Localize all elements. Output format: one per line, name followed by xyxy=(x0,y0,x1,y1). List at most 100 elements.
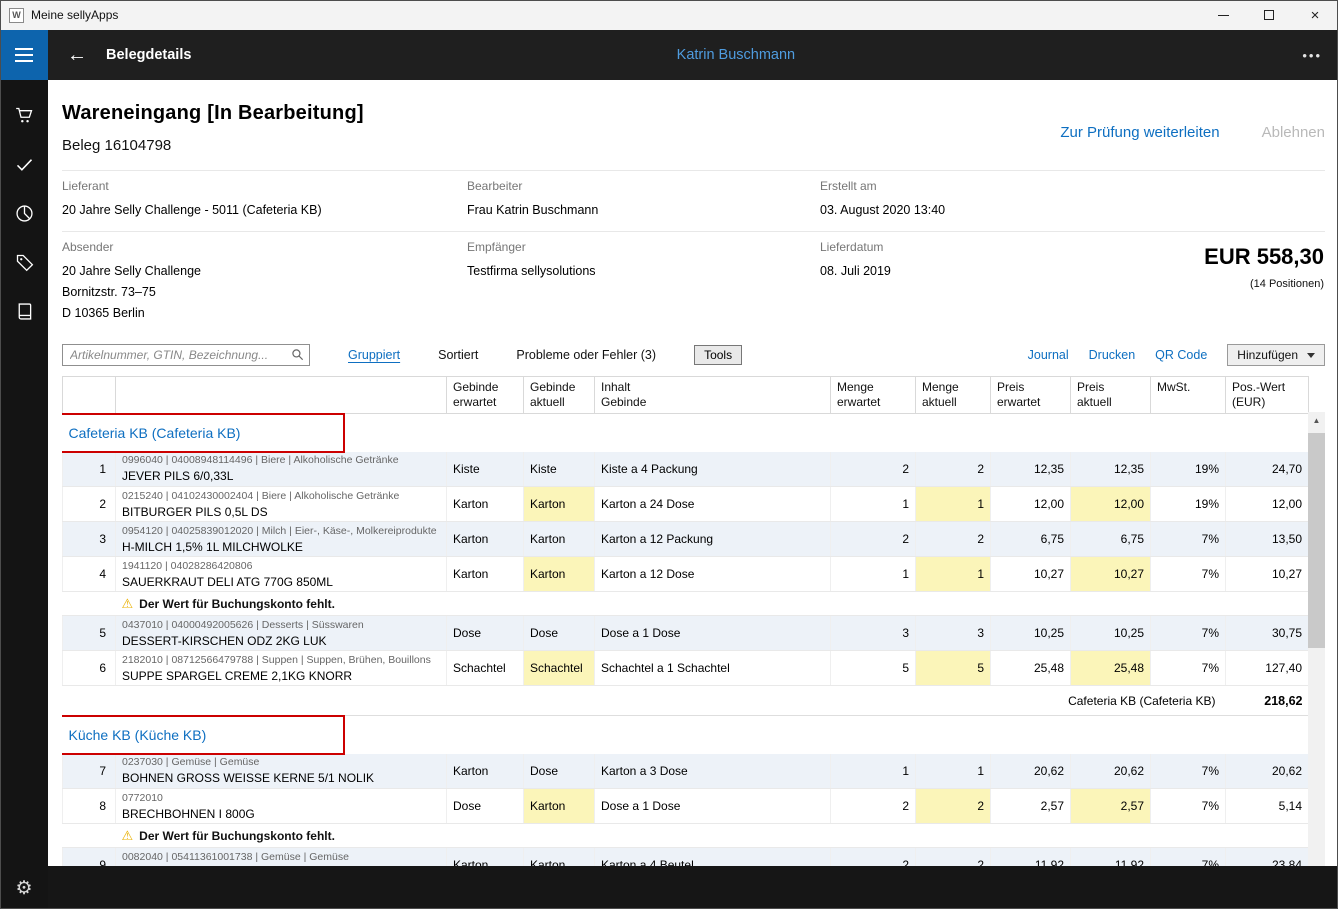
cell-gebinde-aktuell[interactable]: Kiste xyxy=(524,452,595,487)
bearbeiter-label: Bearbeiter xyxy=(467,179,820,193)
cell-gebinde-aktuell[interactable]: Karton xyxy=(524,487,595,522)
absender-label: Absender xyxy=(62,240,467,254)
cell-mwst: 7% xyxy=(1151,616,1226,651)
user-link[interactable]: Katrin Buschmann xyxy=(677,47,795,63)
main-content: Wareneingang [In Bearbeitung] Beleg 1610… xyxy=(48,80,1338,866)
cell-inhalt-gebinde: Karton a 4 Beutel xyxy=(595,848,831,867)
scrollbar-thumb[interactable] xyxy=(1308,433,1325,648)
row-number: 8 xyxy=(63,789,116,824)
group-subtotal-row: Cafeteria KB (Cafeteria KB) 218,62 xyxy=(63,686,1309,716)
journal-link[interactable]: Journal xyxy=(1028,348,1069,362)
table-row[interactable]: 8 0772010 BRECHBOHNEN I 800G Dose Karton… xyxy=(63,789,1309,824)
more-options-icon[interactable]: ••• xyxy=(1302,48,1322,63)
tools-button[interactable]: Tools xyxy=(694,345,742,365)
drucken-link[interactable]: Drucken xyxy=(1089,348,1136,362)
cell-menge-aktuell[interactable]: 2 xyxy=(916,522,991,557)
cell-preis-erwartet: 12,00 xyxy=(991,487,1071,522)
cell-preis-aktuell[interactable]: 2,57 xyxy=(1071,789,1151,824)
cell-gebinde-aktuell[interactable]: Schachtel xyxy=(524,651,595,686)
hamburger-menu-icon[interactable] xyxy=(0,30,48,80)
cell-gebinde-aktuell[interactable]: Dose xyxy=(524,754,595,789)
cell-inhalt-gebinde: Dose a 1 Dose xyxy=(595,789,831,824)
cell-pos-wert: 10,27 xyxy=(1226,557,1309,592)
cell-menge-aktuell[interactable]: 3 xyxy=(916,616,991,651)
minimize-button[interactable] xyxy=(1200,0,1246,30)
qr-code-link[interactable]: QR Code xyxy=(1155,348,1207,362)
hinzufuegen-button[interactable]: Hinzufügen xyxy=(1227,344,1325,366)
cell-gebinde-aktuell[interactable]: Karton xyxy=(524,522,595,557)
group-title-text[interactable]: Küche KB (Küche KB) xyxy=(69,727,207,743)
table-row[interactable]: 6 2182010 | 08712566479788 | Suppen | Su… xyxy=(63,651,1309,686)
scroll-up-icon[interactable]: ▲ xyxy=(1308,412,1325,429)
col-gebinde-erwartet: Gebinde erwartet xyxy=(447,377,524,414)
empfaenger-value: Testfirma sellysolutions xyxy=(467,261,820,282)
search-icon xyxy=(291,348,304,361)
col-preis-aktuell: Preis aktuell xyxy=(1071,377,1151,414)
close-button[interactable]: × xyxy=(1292,0,1338,30)
cell-preis-aktuell[interactable]: 11,92 xyxy=(1071,848,1151,867)
back-arrow-icon[interactable]: ← xyxy=(62,44,92,67)
table-row[interactable]: 4 1941120 | 04028286420806 SAUERKRAUT DE… xyxy=(63,557,1309,592)
cell-menge-aktuell[interactable]: 1 xyxy=(916,487,991,522)
cell-menge-aktuell[interactable]: 5 xyxy=(916,651,991,686)
cell-menge-erwartet: 2 xyxy=(831,522,916,557)
table-row[interactable]: 1 0996040 | 04008948114496 | Biere | Alk… xyxy=(63,452,1309,487)
table-body: Cafeteria KB (Cafeteria KB) 1 0996040 | … xyxy=(63,414,1309,867)
search-input[interactable] xyxy=(62,344,310,366)
cell-menge-aktuell[interactable]: 2 xyxy=(916,848,991,867)
row-number: 7 xyxy=(63,754,116,789)
check-icon[interactable] xyxy=(13,153,35,175)
vertical-scrollbar[interactable]: ▲ ▼ xyxy=(1308,412,1325,866)
cell-inhalt-gebinde: Kiste a 4 Packung xyxy=(595,452,831,487)
empfaenger-label: Empfänger xyxy=(467,240,820,254)
cell-gebinde-aktuell[interactable]: Karton xyxy=(524,848,595,867)
cell-preis-aktuell[interactable]: 10,25 xyxy=(1071,616,1151,651)
forward-for-review-link[interactable]: Zur Prüfung weiterleiten xyxy=(1060,124,1219,154)
cell-preis-aktuell[interactable]: 20,62 xyxy=(1071,754,1151,789)
cell-menge-aktuell[interactable]: 2 xyxy=(916,452,991,487)
cell-mwst: 7% xyxy=(1151,848,1226,867)
cell-preis-aktuell[interactable]: 10,27 xyxy=(1071,557,1151,592)
cart-icon[interactable] xyxy=(13,104,35,126)
sortiert-toggle[interactable]: Sortiert xyxy=(438,348,478,362)
cell-preis-erwartet: 10,25 xyxy=(991,616,1071,651)
cell-menge-erwartet: 2 xyxy=(831,789,916,824)
warning-text: Der Wert für Buchungskonto fehlt. xyxy=(139,829,335,843)
table-row[interactable]: 5 0437010 | 04000492005626 | Desserts | … xyxy=(63,616,1309,651)
row-article-name: SAUERKRAUT DELI ATG 770G 850ML xyxy=(122,575,440,589)
absender-line3: D 10365 Berlin xyxy=(62,303,467,324)
gear-icon[interactable]: ⚙ xyxy=(0,879,48,898)
cell-preis-aktuell[interactable]: 12,35 xyxy=(1071,452,1151,487)
table-row[interactable]: 7 0237030 | Gemüse | Gemüse BOHNEN GROSS… xyxy=(63,754,1309,789)
cell-pos-wert: 30,75 xyxy=(1226,616,1309,651)
book-icon[interactable] xyxy=(13,300,35,322)
probleme-filter[interactable]: Probleme oder Fehler (3) xyxy=(516,348,656,362)
cell-gebinde-erwartet: Karton xyxy=(447,557,524,592)
reject-link[interactable]: Ablehnen xyxy=(1262,124,1325,154)
cell-gebinde-aktuell[interactable]: Karton xyxy=(524,557,595,592)
cell-menge-aktuell[interactable]: 2 xyxy=(916,789,991,824)
cell-mwst: 7% xyxy=(1151,789,1226,824)
cell-gebinde-aktuell[interactable]: Dose xyxy=(524,616,595,651)
cell-menge-aktuell[interactable]: 1 xyxy=(916,557,991,592)
group-title-text[interactable]: Cafeteria KB (Cafeteria KB) xyxy=(69,425,241,441)
table-row[interactable]: 3 0954120 | 04025839012020 | Milch | Eie… xyxy=(63,522,1309,557)
scroll-down-icon[interactable]: ▼ xyxy=(1308,861,1325,866)
cell-preis-aktuell[interactable]: 12,00 xyxy=(1071,487,1151,522)
lieferant-value: 20 Jahre Selly Challenge - 5011 (Cafeter… xyxy=(62,200,467,221)
col-mwst: MwSt. xyxy=(1151,377,1226,414)
cell-menge-erwartet: 1 xyxy=(831,557,916,592)
cell-preis-aktuell[interactable]: 6,75 xyxy=(1071,522,1151,557)
table-row[interactable]: 9 0082040 | 05411361001738 | Gemüse | Ge… xyxy=(63,848,1309,867)
cell-pos-wert: 5,14 xyxy=(1226,789,1309,824)
cell-gebinde-aktuell[interactable]: Karton xyxy=(524,789,595,824)
maximize-button[interactable] xyxy=(1246,0,1292,30)
cell-menge-aktuell[interactable]: 1 xyxy=(916,754,991,789)
table-row[interactable]: 2 0215240 | 04102430002404 | Biere | Alk… xyxy=(63,487,1309,522)
tag-icon[interactable] xyxy=(13,251,35,273)
cell-gebinde-erwartet: Dose xyxy=(447,616,524,651)
gruppiert-toggle[interactable]: Gruppiert xyxy=(348,348,400,362)
cell-preis-aktuell[interactable]: 25,48 xyxy=(1071,651,1151,686)
pie-chart-icon[interactable] xyxy=(13,202,35,224)
cell-inhalt-gebinde: Karton a 24 Dose xyxy=(595,487,831,522)
